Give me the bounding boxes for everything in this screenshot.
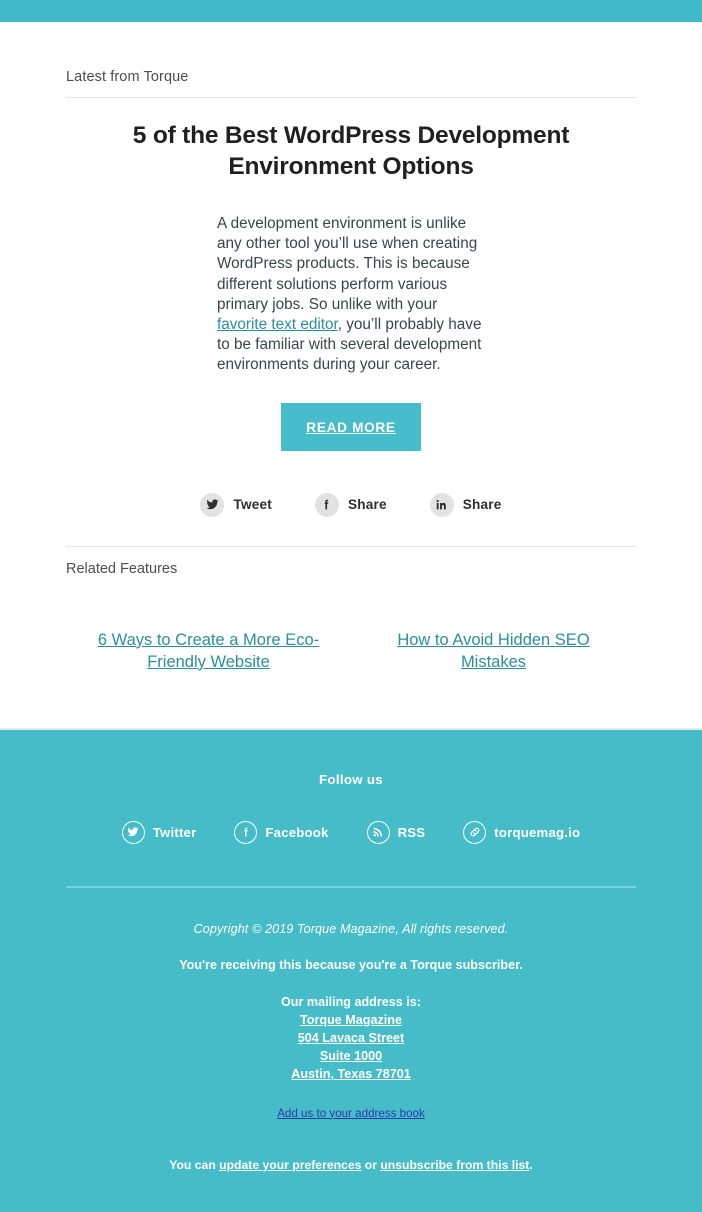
- footer-rss-label: RSS: [397, 824, 426, 840]
- share-linkedin-button[interactable]: Share: [429, 492, 502, 517]
- article-block: 5 of the Best WordPress Development Envi…: [66, 98, 636, 451]
- share-facebook-label: Share: [347, 497, 387, 513]
- update-preferences-link[interactable]: update your preferences: [219, 1158, 361, 1172]
- address-book-container: Add us to your address book: [66, 1081, 636, 1122]
- related-link-2[interactable]: How to Avoid Hidden SEO Mistakes: [374, 629, 614, 673]
- twitter-icon: [200, 492, 225, 517]
- share-linkedin-label: Share: [462, 497, 502, 513]
- related-link-1[interactable]: 6 Ways to Create a More Eco-Friendly Web…: [89, 629, 329, 673]
- email-page: Latest from Torque 5 of the Best WordPre…: [0, 0, 702, 1212]
- related-features-heading: Related Features: [66, 560, 178, 577]
- rss-icon: [366, 820, 390, 844]
- mailing-address-title: Our mailing address is:: [281, 994, 421, 1009]
- preferences-row: You can update your preferences or unsub…: [66, 1122, 636, 1172]
- linkedin-icon: [429, 492, 454, 517]
- email-footer: Follow us Twitter Facebook RSS torquemag…: [0, 729, 702, 1212]
- twitter-icon: [121, 820, 145, 844]
- follow-us-title: Follow us: [318, 771, 383, 787]
- favorite-text-editor-link[interactable]: favorite text editor: [217, 316, 338, 333]
- address-line-2: 504 Lavaca Street: [297, 1030, 405, 1045]
- address-line: Austin, Texas 78701: [66, 1063, 636, 1081]
- address-line: Suite 1000: [66, 1045, 636, 1063]
- footer-website-link[interactable]: torquemag.io: [463, 820, 581, 844]
- facebook-icon: [234, 820, 258, 844]
- footer-rss-link[interactable]: RSS: [366, 820, 426, 844]
- section-eyebrow: Latest from Torque: [66, 69, 189, 85]
- related-features-grid: 6 Ways to Create a More Eco-Friendly Web…: [66, 587, 636, 728]
- prefs-middle: or: [361, 1157, 381, 1172]
- footer-social-row: Twitter Facebook RSS torquemag.io: [66, 787, 636, 844]
- copyright-text: Copyright © 2019 Torque Magazine, All ri…: [193, 921, 509, 936]
- footer-twitter-label: Twitter: [152, 824, 197, 840]
- footer-website-label: torquemag.io: [494, 824, 581, 840]
- unsubscribe-link[interactable]: unsubscribe from this list: [380, 1158, 529, 1172]
- share-tweet-label: Tweet: [233, 497, 272, 513]
- email-content: Latest from Torque 5 of the Best WordPre…: [0, 22, 702, 728]
- article-excerpt: A development environment is unlike any …: [217, 182, 485, 376]
- share-facebook-button[interactable]: Share: [314, 492, 387, 517]
- related-item: 6 Ways to Create a More Eco-Friendly Web…: [66, 629, 351, 673]
- add-to-address-book-link[interactable]: Add us to your address book: [277, 1107, 425, 1120]
- subscriber-note: You're receiving this because you're a T…: [179, 957, 523, 972]
- excerpt-text-before: A development environment is unlike any …: [217, 215, 478, 313]
- footer-twitter-link[interactable]: Twitter: [121, 820, 197, 844]
- address-line-4: Austin, Texas 78701: [291, 1066, 411, 1081]
- address-line-3: Suite 1000: [319, 1048, 383, 1063]
- prefs-suffix: .: [529, 1157, 533, 1172]
- prefs-prefix: You can: [169, 1157, 220, 1172]
- address-line: Torque Magazine: [66, 1009, 636, 1027]
- link-icon: [463, 820, 487, 844]
- facebook-icon: [314, 492, 339, 517]
- share-row: Tweet Share Share: [66, 451, 636, 546]
- article-title: 5 of the Best WordPress Development Envi…: [132, 122, 570, 180]
- address-line-1: Torque Magazine: [300, 1012, 402, 1027]
- footer-facebook-link[interactable]: Facebook: [234, 820, 329, 844]
- related-item: How to Avoid Hidden SEO Mistakes: [351, 629, 636, 673]
- address-line: 504 Lavaca Street: [66, 1027, 636, 1045]
- share-tweet-button[interactable]: Tweet: [200, 492, 272, 517]
- top-accent-bar: [0, 0, 702, 22]
- footer-facebook-label: Facebook: [265, 824, 329, 840]
- read-more-button[interactable]: READ MORE: [281, 402, 421, 451]
- cta-container: READ MORE: [66, 376, 636, 451]
